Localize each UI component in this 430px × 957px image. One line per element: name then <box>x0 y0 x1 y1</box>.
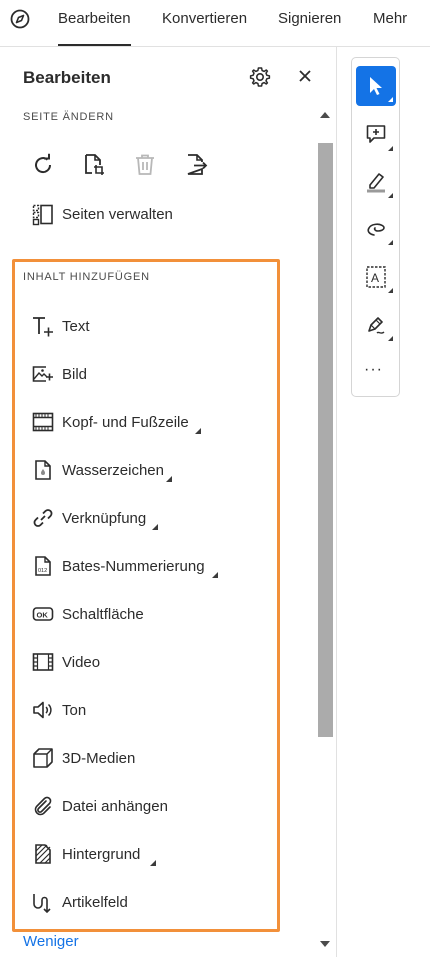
scroll-up-arrow-icon[interactable] <box>320 112 330 118</box>
link-icon <box>33 509 53 527</box>
item-label: Artikelfeld <box>62 894 128 911</box>
tab-bearbeiten[interactable]: Bearbeiten <box>58 10 131 46</box>
item-label: Ton <box>62 702 87 719</box>
edit-panel: Bearbeiten SEITE ÄNDERN Seiten verwalten… <box>0 47 337 957</box>
sign-pen-icon <box>368 317 385 334</box>
tab-signieren[interactable]: Signieren <box>278 10 341 36</box>
submenu-indicator-icon <box>388 336 393 341</box>
bates-numbering-icon: 012 <box>35 556 51 576</box>
sign-tool-button[interactable] <box>356 305 396 345</box>
show-less-link[interactable]: Weniger <box>23 933 79 950</box>
svg-text:012: 012 <box>38 568 47 574</box>
item-label: 3D-Medien <box>62 750 136 767</box>
svg-text:OK: OK <box>37 611 49 620</box>
sound-icon <box>33 701 52 719</box>
extract-page-icon[interactable] <box>184 153 208 177</box>
more-tools-icon[interactable]: ··· <box>364 361 383 379</box>
gear-icon[interactable] <box>249 66 271 88</box>
submenu-indicator-icon <box>388 97 393 102</box>
quick-tools-toolbar: A ··· <box>351 57 400 397</box>
delete-icon[interactable] <box>133 153 157 177</box>
panel-divider <box>336 47 337 957</box>
background-icon <box>35 844 51 864</box>
article-icon <box>33 894 51 913</box>
submenu-indicator-icon <box>388 288 393 293</box>
header-footer-icon <box>32 412 54 432</box>
item-label: Verknüpfung <box>62 510 147 527</box>
manage-pages-icon <box>32 204 53 226</box>
paperclip-icon <box>34 796 52 816</box>
submenu-indicator-icon <box>388 193 393 198</box>
item-label: Wasserzeichen <box>62 462 164 479</box>
scrollbar-thumb[interactable] <box>318 143 333 737</box>
highlight-icon <box>367 173 385 193</box>
submenu-indicator-icon <box>388 146 393 151</box>
submenu-indicator-icon <box>388 240 393 245</box>
home-compass-icon[interactable] <box>10 9 30 29</box>
section-label-content: INHALT HINZUFÜGEN <box>23 271 150 283</box>
add-comment-icon <box>366 125 386 143</box>
item-label: Video <box>62 654 101 671</box>
add-image-icon <box>32 366 53 382</box>
draw-lasso-icon <box>367 223 385 236</box>
watermark-icon <box>35 460 51 480</box>
scroll-down-arrow-icon[interactable] <box>320 941 330 947</box>
submenu-indicator-icon <box>166 476 172 482</box>
top-menu-bar: Bearbeiten Konvertieren Signieren Mehr <box>0 0 430 47</box>
tab-konvertieren[interactable]: Konvertieren <box>162 10 247 36</box>
tab-mehr[interactable]: Mehr <box>373 10 407 36</box>
select-cursor-icon <box>370 77 382 95</box>
item-label: Bates-Nummerierung <box>62 558 205 575</box>
content-section-highlight <box>12 259 280 932</box>
3d-cube-icon <box>33 748 53 768</box>
submenu-indicator-icon <box>150 860 156 866</box>
close-icon[interactable] <box>298 69 312 83</box>
item-label: Text <box>62 318 90 335</box>
ok-button-icon: OK <box>32 607 54 621</box>
item-label: Schaltfläche <box>62 606 144 623</box>
item-label: Datei anhängen <box>62 798 168 815</box>
panel-title: Bearbeiten <box>23 68 111 87</box>
rotate-icon[interactable] <box>31 153 55 177</box>
manage-pages-label: Seiten verwalten <box>62 206 173 223</box>
crop-page-icon[interactable] <box>82 153 106 177</box>
select-tool-button[interactable] <box>356 66 396 106</box>
add-comment-button[interactable] <box>356 115 396 155</box>
submenu-indicator-icon <box>212 572 218 578</box>
video-icon <box>32 653 54 671</box>
item-label: Bild <box>62 366 88 383</box>
section-label-page: SEITE ÄNDERN <box>23 111 114 123</box>
svg-text:A: A <box>371 271 379 285</box>
add-text-icon <box>33 317 53 337</box>
item-label: Kopf- und Fußzeile <box>62 414 189 431</box>
text-box-button[interactable]: A <box>356 257 396 297</box>
submenu-indicator-icon <box>152 524 158 530</box>
submenu-indicator-icon <box>195 428 201 434</box>
item-label: Hintergrund <box>62 846 141 863</box>
highlight-tool-button[interactable] <box>356 162 396 202</box>
draw-tool-button[interactable] <box>356 209 396 249</box>
text-box-icon: A <box>366 266 386 288</box>
